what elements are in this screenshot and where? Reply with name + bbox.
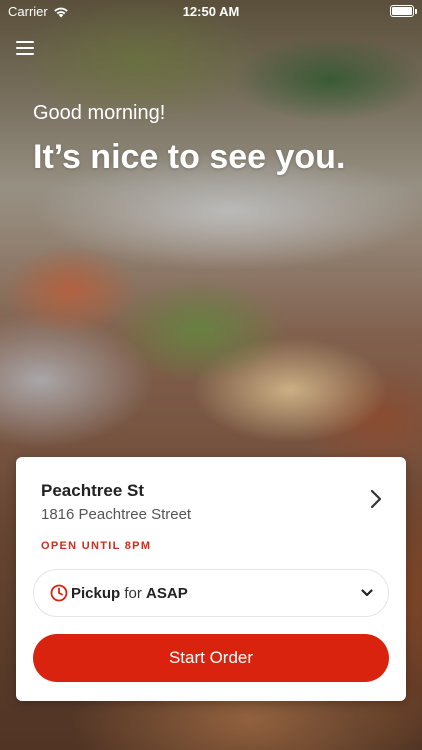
clock-icon: [50, 584, 68, 602]
order-type-text: Pickup for ASAP: [71, 585, 188, 602]
headline-text: It’s nice to see you.: [33, 138, 346, 176]
status-bar: Carrier 12:50 AM: [0, 0, 422, 22]
menu-line: [16, 47, 34, 49]
menu-icon[interactable]: [14, 38, 36, 58]
status-time: 12:50 AM: [182, 4, 240, 19]
battery-icon: [390, 5, 417, 17]
menu-line: [16, 41, 34, 43]
battery-tip: [415, 9, 417, 14]
open-status: OPEN UNTIL 8PM: [41, 540, 152, 552]
battery-fill: [392, 7, 412, 15]
store-card: Peachtree St 1816 Peachtree Street OPEN …: [16, 457, 406, 701]
order-time-label: ASAP: [146, 585, 188, 602]
order-type-selector[interactable]: Pickup for ASAP: [33, 569, 389, 617]
chevron-right-icon[interactable]: [366, 488, 386, 510]
order-type-label: Pickup: [71, 585, 121, 602]
greeting-text: Good morning!: [33, 102, 166, 124]
store-name[interactable]: Peachtree St: [41, 481, 144, 501]
store-address[interactable]: 1816 Peachtree Street: [41, 506, 191, 523]
menu-line: [16, 53, 34, 55]
start-order-button[interactable]: Start Order: [33, 634, 389, 682]
order-connector: for: [124, 585, 142, 602]
chevron-down-icon: [361, 589, 373, 597]
